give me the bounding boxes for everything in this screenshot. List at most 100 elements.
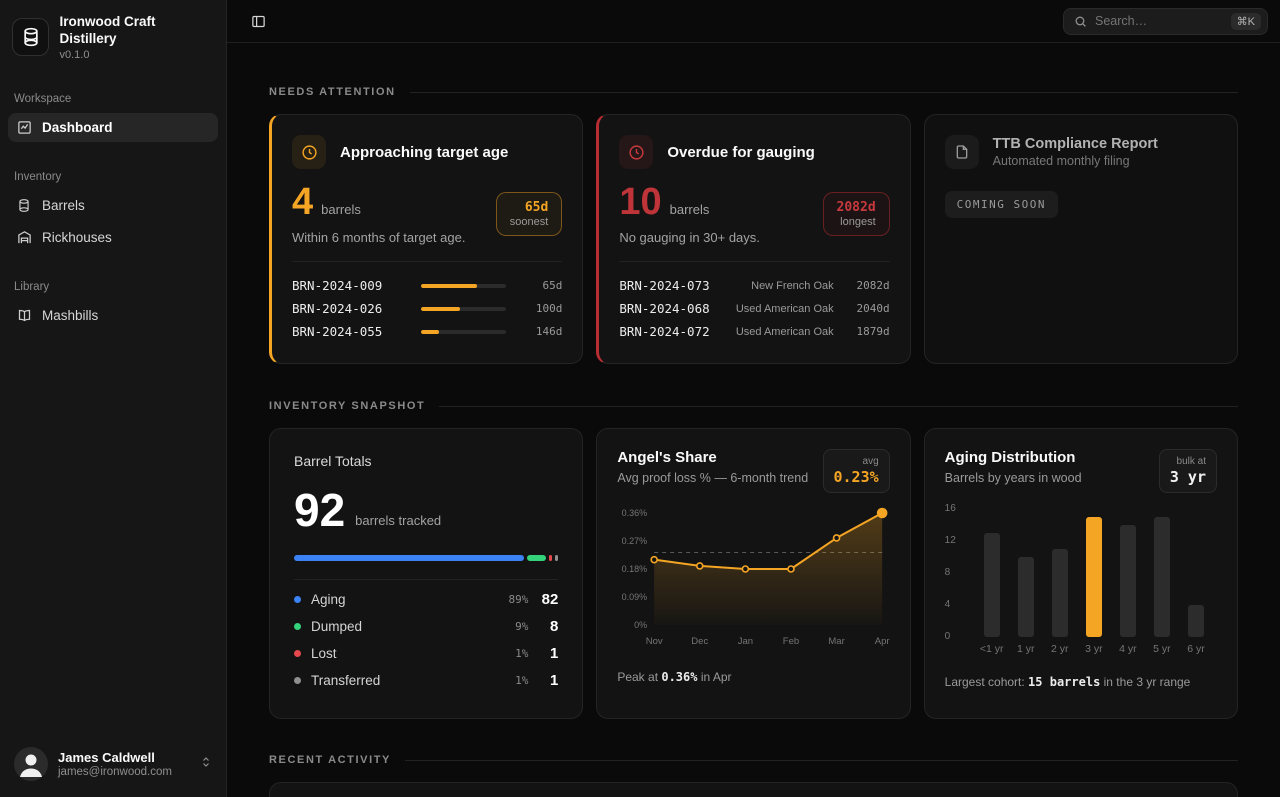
svg-text:Nov: Nov <box>646 636 663 647</box>
topbar: ⌘K <box>227 0 1280 43</box>
sidebar-item-rickhouses[interactable]: Rickhouses <box>8 223 218 252</box>
total-unit: barrels tracked <box>355 514 441 533</box>
sidebar-toggle-button[interactable] <box>245 8 271 34</box>
progress-fill <box>421 307 460 311</box>
card-overdue-gauging: Overdue for gauging 10 barrels No gaugin… <box>596 114 910 364</box>
app-name: Ironwood Craft Distillery <box>59 14 214 48</box>
sidebar-item-label: Mashbills <box>42 308 98 323</box>
card-angels-share: Angel's Share Avg proof loss % — 6-month… <box>596 428 910 719</box>
card-barrel-totals: Barrel Totals 92 barrels tracked <box>269 428 583 719</box>
segment-aging <box>294 555 524 561</box>
barrel-row: BRN-2024-072 Used American Oak 1879d <box>619 320 889 343</box>
card-title: Barrel Totals <box>294 453 558 469</box>
bulk-badge: bulk at 3 yr <box>1159 449 1217 493</box>
total-barrels: 92 <box>294 487 345 533</box>
sidebar-item-label: Dashboard <box>42 120 113 135</box>
svg-text:Apr: Apr <box>875 636 890 647</box>
progress-track <box>421 307 506 311</box>
svg-text:0.27%: 0.27% <box>622 536 648 546</box>
wood-type: Used American Oak <box>736 326 834 338</box>
soonest-badge: 65d soonest <box>496 192 563 236</box>
barrel-row: BRN-2024-068 Used American Oak 2040d <box>619 297 889 320</box>
barrel-row: BRN-2024-073 New French Oak 2082d <box>619 274 889 297</box>
legend-row-dumped: Dumped 9% 8 <box>294 613 558 640</box>
section-title: INVENTORY SNAPSHOT <box>269 400 425 412</box>
search-shortcut-badge: ⌘K <box>1231 13 1261 30</box>
main-column: ⌘K NEEDS ATTENTION Approaching target ag… <box>227 0 1280 797</box>
legend-dot <box>294 596 301 603</box>
user-email: james@ironwood.com <box>58 766 172 778</box>
sidebar-section-library: Library <box>8 281 218 293</box>
avatar <box>14 747 48 781</box>
search-icon <box>1074 15 1087 28</box>
legend-dot <box>294 623 301 630</box>
app-logo <box>12 18 49 56</box>
sidebar: Ironwood Craft Distillery v0.1.0 Workspa… <box>0 0 227 797</box>
divider <box>292 261 562 262</box>
bar-6 yr <box>1188 605 1204 637</box>
metric-count: 4 <box>292 183 313 221</box>
card-approaching-target-age: Approaching target age 4 barrels Within … <box>269 114 583 364</box>
sidebar-item-dashboard[interactable]: Dashboard <box>8 113 218 142</box>
section-divider <box>410 92 1238 93</box>
wood-type: New French Oak <box>751 280 834 292</box>
bar-<1 yr <box>984 533 1000 637</box>
legend-row-transferred: Transferred 1% 1 <box>294 667 558 694</box>
svg-text:0.36%: 0.36% <box>622 508 648 518</box>
user-name: James Caldwell <box>58 750 172 767</box>
card-aging-distribution: Aging Distribution Barrels by years in w… <box>924 428 1238 719</box>
metric-unit: barrels <box>321 202 361 221</box>
chart-icon <box>16 119 32 135</box>
brand: Ironwood Craft Distillery v0.1.0 <box>8 8 218 67</box>
barrel-row: BRN-2024-026 100d <box>292 297 562 320</box>
svg-text:0.18%: 0.18% <box>622 564 648 574</box>
clock-icon <box>619 135 653 169</box>
barrel-row: BRN-2024-055 146d <box>292 320 562 343</box>
search-box[interactable]: ⌘K <box>1063 8 1268 35</box>
chart-footer: Largest cohort: 15 barrels in the 3 yr r… <box>945 675 1217 689</box>
metric-description: No gauging in 30+ days. <box>619 230 760 245</box>
segment-dumped <box>527 555 547 561</box>
panel-left-icon <box>251 14 266 29</box>
longest-badge: 2082d longest <box>823 192 890 236</box>
book-icon <box>16 307 32 323</box>
metric-unit: barrels <box>670 202 710 221</box>
card-title: TTB Compliance Report <box>993 136 1158 152</box>
card-title: Angel's Share <box>617 449 808 466</box>
wood-type: Used American Oak <box>736 303 834 315</box>
section-recent-activity: RECENT ACTIVITY <box>269 754 1238 766</box>
card-subtitle: Automated monthly filing <box>993 154 1158 168</box>
status-stacked-bar <box>294 555 558 561</box>
user-menu[interactable]: James Caldwell james@ironwood.com <box>8 739 218 789</box>
bar-4 yr <box>1120 525 1136 637</box>
svg-text:Dec: Dec <box>692 636 709 647</box>
svg-text:Jan: Jan <box>738 636 753 647</box>
progress-fill <box>421 330 439 334</box>
section-inventory-snapshot: INVENTORY SNAPSHOT <box>269 400 1238 412</box>
search-input[interactable] <box>1095 14 1223 28</box>
segment-lost <box>549 555 552 561</box>
progress-track <box>421 330 506 334</box>
bar-3 yr <box>1086 517 1102 637</box>
sidebar-item-barrels[interactable]: Barrels <box>8 191 218 220</box>
sidebar-section-inventory: Inventory <box>8 171 218 183</box>
aging-distribution-bar-chart: 1612840<1 yr1 yr2 yr3 yr4 yr5 yr6 yr <box>945 509 1217 661</box>
sidebar-item-mashbills[interactable]: Mashbills <box>8 301 218 330</box>
card-subtitle: Barrels by years in wood <box>945 471 1082 485</box>
coming-soon-badge: COMING SOON <box>945 191 1058 218</box>
legend-dot <box>294 650 301 657</box>
section-divider <box>405 760 1238 761</box>
metric-count: 10 <box>619 183 661 221</box>
legend-row-aging: Aging 89% 82 <box>294 586 558 613</box>
avg-badge: avg 0.23% <box>823 449 890 493</box>
card-title: Aging Distribution <box>945 449 1082 466</box>
card-title: Approaching target age <box>340 144 508 161</box>
metric-description: Within 6 months of target age. <box>292 230 465 245</box>
section-needs-attention: NEEDS ATTENTION <box>269 86 1238 98</box>
app-version: v0.1.0 <box>59 49 214 61</box>
chevron-up-down-icon <box>200 755 212 774</box>
segment-transferred <box>555 555 558 561</box>
barrel-row: BRN-2024-009 65d <box>292 274 562 297</box>
barrel-icon <box>21 27 41 47</box>
svg-text:Mar: Mar <box>829 636 845 647</box>
